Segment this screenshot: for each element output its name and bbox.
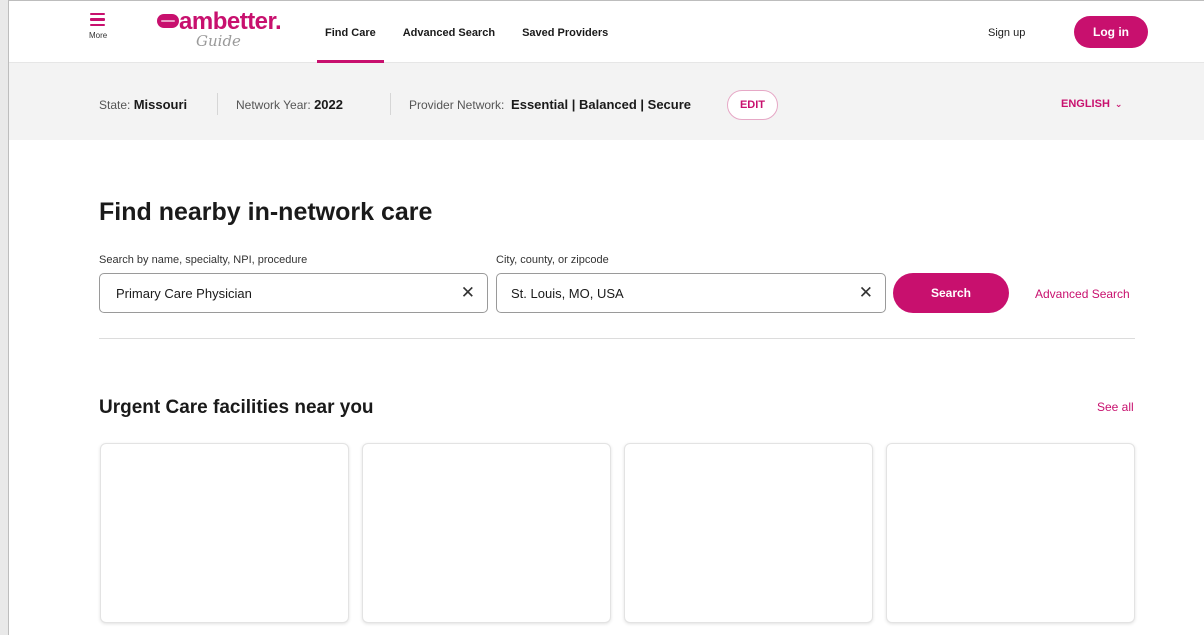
clear-search-icon[interactable]: ✕ [461, 283, 475, 303]
language-selector[interactable]: ENGLISH ⌄ [1061, 98, 1122, 110]
menu-button[interactable]: More [89, 11, 123, 40]
location-input-value: St. Louis, MO, USA [511, 286, 624, 301]
provider-network-info: Provider Network: Essential | Balanced |… [409, 97, 691, 112]
browser-page: More ambetter. Guide Find Care Advanced … [8, 0, 1204, 635]
state-label: State: [99, 98, 131, 112]
logo-subtitle: Guide [196, 32, 241, 50]
location-input[interactable]: St. Louis, MO, USA ✕ [496, 273, 886, 313]
search-input[interactable]: Primary Care Physician ✕ [99, 273, 488, 313]
facility-card[interactable] [362, 443, 611, 623]
facility-card[interactable] [100, 443, 349, 623]
state-value: Missouri [133, 97, 188, 112]
search-field-label: Search by name, specialty, NPI, procedur… [99, 254, 308, 266]
network-year-info: Network Year: 2022 [236, 97, 343, 112]
clear-location-icon[interactable]: ✕ [859, 283, 873, 303]
facility-card[interactable] [886, 443, 1135, 623]
plan-info-bar: State: Missouri Network Year: 2022 Provi… [9, 63, 1204, 140]
network-year-value: 2022 [314, 97, 343, 112]
provider-network-value: Essential | Balanced | Secure [511, 97, 692, 112]
sign-up-link[interactable]: Sign up [988, 27, 1025, 39]
search-input-value: Primary Care Physician [116, 286, 252, 301]
location-field-label: City, county, or zipcode [496, 254, 609, 266]
language-label: ENGLISH [1061, 98, 1110, 110]
chevron-down-icon: ⌄ [1114, 98, 1123, 109]
top-navigation: More ambetter. Guide Find Care Advanced … [9, 1, 1204, 63]
network-year-label: Network Year: [236, 98, 311, 112]
nav-saved-providers[interactable]: Saved Providers [522, 1, 608, 63]
divider [217, 93, 218, 115]
advanced-search-link[interactable]: Advanced Search [1035, 287, 1130, 301]
section-divider [99, 338, 1135, 339]
nav-advanced-search[interactable]: Advanced Search [403, 1, 495, 63]
state-info: State: Missouri [99, 97, 187, 112]
ambetter-logo[interactable]: ambetter. Guide [157, 8, 297, 54]
nav-find-care[interactable]: Find Care [317, 1, 384, 63]
divider [390, 93, 391, 115]
page-title: Find nearby in-network care [99, 198, 433, 226]
primary-nav: Find Care Advanced Search Saved Provider… [317, 1, 635, 63]
log-in-button[interactable]: Log in [1074, 16, 1148, 48]
search-button[interactable]: Search [893, 273, 1009, 313]
facility-card[interactable] [624, 443, 873, 623]
urgent-care-heading: Urgent Care facilities near you [99, 397, 374, 418]
see-all-link[interactable]: See all [1097, 400, 1134, 414]
edit-network-button[interactable]: EDIT [727, 90, 778, 120]
hamburger-icon [90, 13, 123, 27]
provider-network-label: Provider Network: [409, 98, 505, 112]
logo-mark-icon [157, 14, 179, 28]
menu-label: More [89, 31, 108, 41]
